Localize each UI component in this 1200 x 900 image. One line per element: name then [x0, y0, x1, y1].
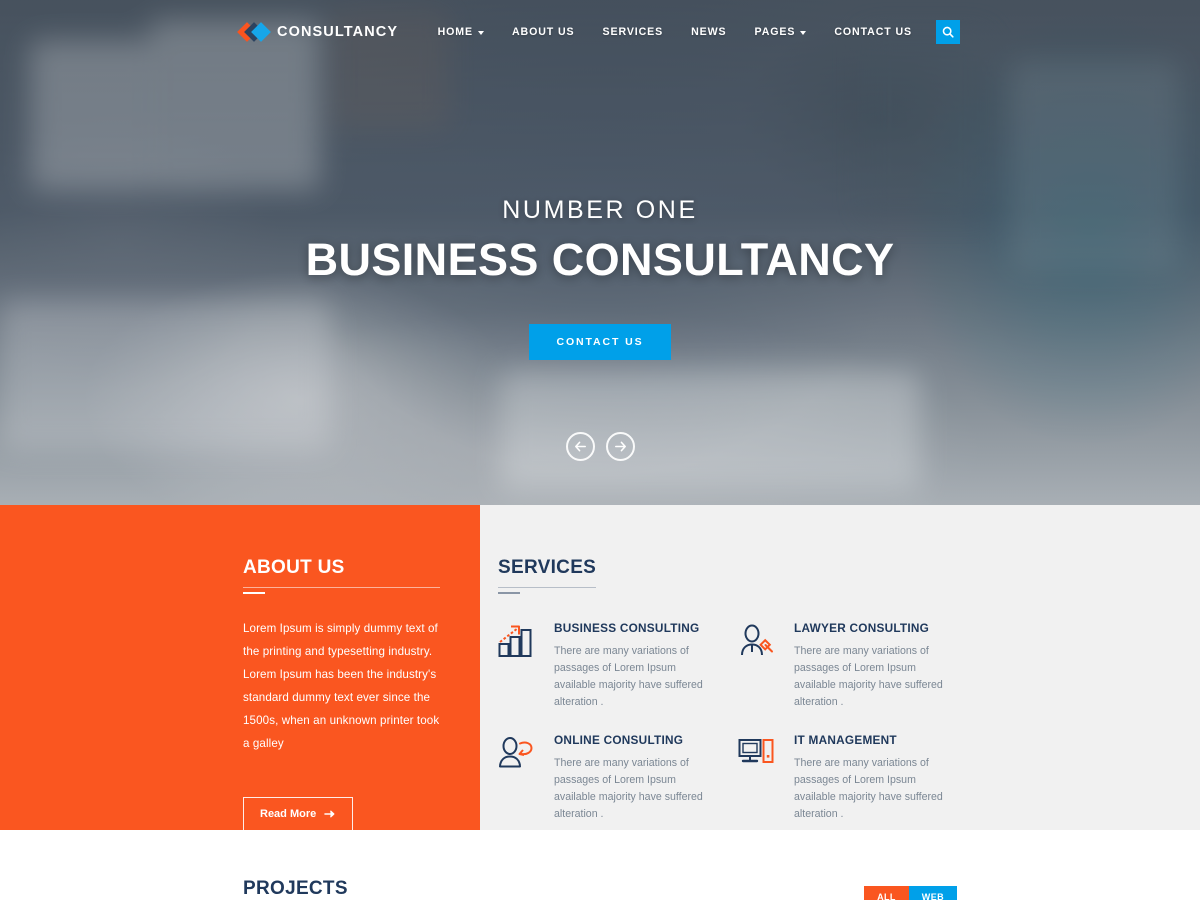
desktop-server-icon	[738, 733, 776, 823]
services-heading: SERVICES	[498, 557, 597, 594]
search-button[interactable]	[936, 20, 960, 44]
service-card-lawyer-consulting[interactable]: LAWYER CONSULTING There are many variati…	[738, 621, 978, 733]
arrow-right-icon	[614, 441, 626, 452]
chevron-down-icon	[478, 30, 484, 35]
projects-section: PROJECTS ALL WEB	[0, 830, 1200, 900]
bar-chart-growth-icon	[498, 621, 536, 711]
service-card-it-management[interactable]: IT MANAGEMENT There are many variations …	[738, 733, 978, 845]
service-card-online-consulting[interactable]: ONLINE CONSULTING There are many variati…	[498, 733, 738, 845]
carousel-prev-button[interactable]	[565, 432, 595, 461]
arrow-left-icon	[574, 441, 586, 452]
service-description: There are many variations of passages of…	[554, 757, 703, 820]
nav-label-home: HOME	[437, 26, 473, 38]
about-us-heading: ABOUT US	[243, 557, 440, 594]
about-read-more-button[interactable]: Read More	[243, 797, 354, 831]
main-navigation: HOME ABOUT US SERVICES NEWS PAGES CONTAC…	[424, 20, 960, 44]
heading-rule	[498, 587, 597, 588]
service-card-business-consulting[interactable]: BUSINESS CONSULTING There are many varia…	[498, 621, 738, 733]
projects-filter-web[interactable]: WEB	[908, 886, 957, 900]
hero-content: NUMBER ONE BUSINESS CONSULTANCY CONTACT …	[0, 0, 1200, 505]
nav-item-pages[interactable]: PAGES	[741, 26, 821, 38]
logo-diamonds-icon	[237, 22, 271, 42]
arrow-right-icon	[324, 810, 335, 818]
services-panel: SERVICES BUSINESS CONSULTING There are m…	[480, 505, 1200, 830]
service-title: IT MANAGEMENT	[794, 733, 897, 747]
service-description: There are many variations of passages of…	[554, 645, 703, 708]
about-us-title: ABOUT US	[243, 557, 345, 578]
nav-label-news: NEWS	[691, 26, 727, 38]
nav-label-services: SERVICES	[602, 26, 664, 38]
nav-label-about-us: ABOUT US	[512, 26, 575, 38]
service-description: There are many variations of passages of…	[794, 645, 943, 708]
hero-contact-us-button[interactable]: CONTACT US	[529, 324, 671, 360]
site-header: CONSULTANCY HOME ABOUT US SERVICES NEWS …	[0, 0, 1200, 64]
service-title: ONLINE CONSULTING	[554, 733, 684, 747]
services-title: SERVICES	[498, 557, 597, 578]
hero-title: BUSINESS CONSULTANCY	[305, 234, 895, 285]
nav-item-services[interactable]: SERVICES	[589, 26, 678, 38]
hero-section: CONSULTANCY HOME ABOUT US SERVICES NEWS …	[0, 0, 1200, 505]
heading-accent-tick	[243, 592, 265, 594]
hero-subtitle: NUMBER ONE	[502, 196, 698, 224]
nav-item-news[interactable]: NEWS	[677, 26, 740, 38]
brand-logo[interactable]: CONSULTANCY	[237, 22, 399, 42]
heading-accent-tick	[498, 592, 520, 594]
chevron-down-icon	[800, 30, 807, 35]
service-title: BUSINESS CONSULTING	[554, 621, 700, 635]
read-more-label: Read More	[260, 808, 317, 820]
nav-item-contact-us[interactable]: CONTACT US	[820, 26, 926, 38]
brand-name: CONSULTANCY	[277, 24, 399, 40]
carousel-next-button[interactable]	[605, 432, 635, 461]
lawyer-gavel-icon	[738, 621, 776, 711]
heading-rule	[243, 587, 440, 588]
nav-label-contact-us: CONTACT US	[834, 26, 912, 38]
projects-filter-all[interactable]: ALL	[864, 886, 909, 900]
about-services-section: ABOUT US Lorem Ipsum is simply dummy tex…	[0, 505, 1200, 831]
person-chat-icon	[498, 733, 536, 823]
projects-heading: PROJECTS	[243, 878, 348, 899]
about-us-panel: ABOUT US Lorem Ipsum is simply dummy tex…	[0, 505, 480, 831]
service-description: There are many variations of passages of…	[794, 757, 943, 820]
projects-filter-tabs: ALL WEB	[864, 886, 957, 900]
about-us-body: Lorem Ipsum is simply dummy text of the …	[243, 622, 440, 750]
services-grid: BUSINESS CONSULTING There are many varia…	[498, 621, 1200, 845]
hero-carousel-controls	[0, 432, 1200, 461]
nav-item-home[interactable]: HOME	[424, 26, 498, 38]
nav-label-pages: PAGES	[754, 26, 796, 38]
nav-item-about-us[interactable]: ABOUT US	[498, 26, 589, 38]
search-icon	[942, 26, 954, 38]
service-title: LAWYER CONSULTING	[794, 621, 930, 635]
